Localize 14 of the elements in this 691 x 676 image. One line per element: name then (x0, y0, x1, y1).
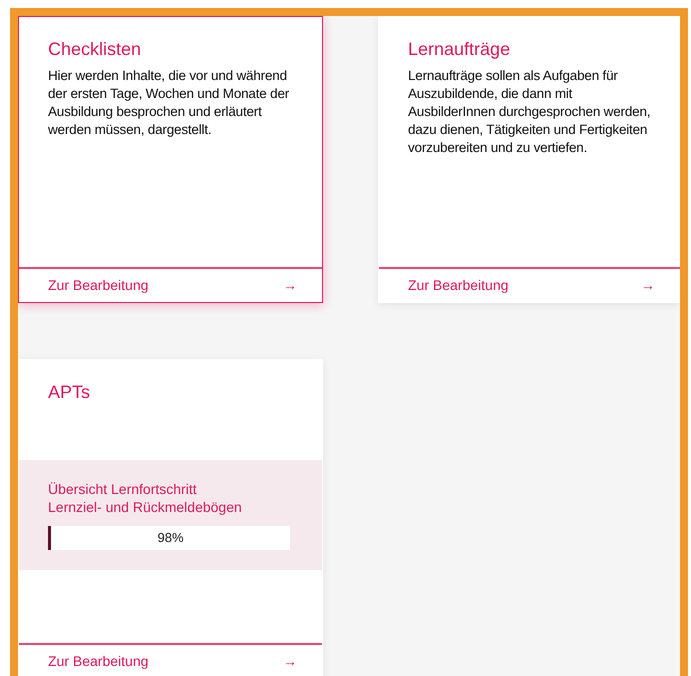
progress-bar: 98% (48, 526, 290, 550)
card-title: Checklisten (48, 39, 142, 61)
edit-link[interactable]: Zur Bearbeitung (48, 275, 148, 296)
card-title: Lernaufträge (408, 39, 512, 61)
arrow-icon[interactable]: → (283, 651, 297, 672)
edit-link[interactable]: Zur Bearbeitung (48, 651, 148, 672)
edit-link[interactable]: Zur Bearbeitung (408, 275, 508, 296)
progress-link[interactable]: Übersicht Lernfortschritt (48, 480, 290, 498)
card-title: APTs (48, 382, 92, 404)
card-description: Hier werden Inhalte, die vor und während der ersten Tage, Wochen und Monate der Ausbildung besprochen und erläutert werden müssen, dargestellt. (48, 66, 290, 139)
card-description: Lernaufträge sollen als Aufgaben für Auszubildende, die dann mit AusbilderInnen durchgesprochen werden, dazu dienen, Tätigkeiten und Fertigkeiten vorzubereiten und zu vertiefen. (408, 66, 652, 157)
arrow-icon[interactable]: → (283, 275, 297, 296)
progress-link[interactable]: Lernziel- und Rückmeldebögen (48, 498, 290, 516)
arrow-icon[interactable]: → (641, 275, 655, 296)
